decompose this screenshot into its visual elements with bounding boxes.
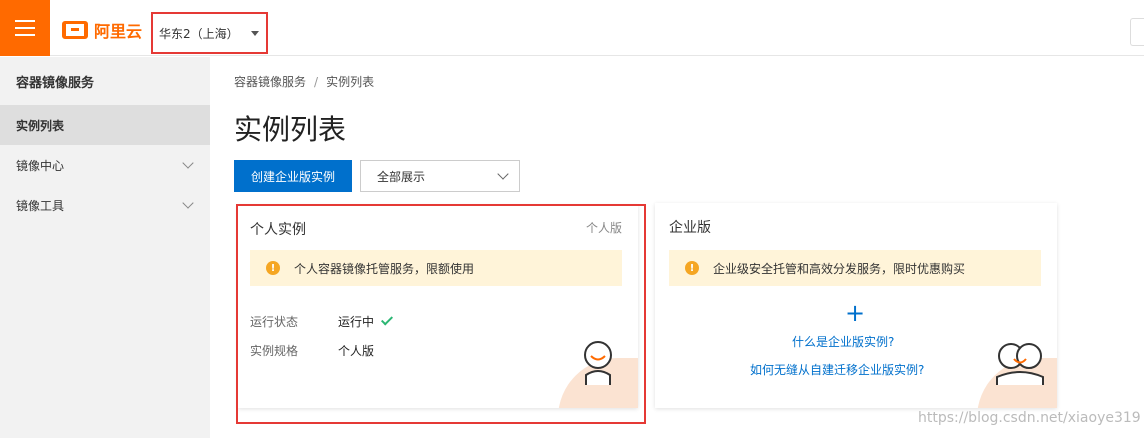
status-key: 运行状态 (250, 315, 299, 329)
sidebar-item-image-tools[interactable]: 镜像工具 (0, 185, 210, 225)
create-enterprise-instance-button[interactable]: 创建企业版实例 (234, 160, 352, 192)
person-avatar-icon (584, 341, 612, 385)
card-title: 个人实例 (250, 222, 306, 238)
notice-banner: ! 个人容器镜像托管服务，限额使用 (250, 250, 622, 286)
chevron-down-icon (497, 168, 509, 180)
team-avatar-icon (996, 343, 1044, 385)
breadcrumb: 容器镜像服务 / 实例列表 (234, 73, 374, 90)
spec-key: 实例规格 (250, 344, 299, 358)
notice-text: 企业级安全托管和高效分发服务，限时优惠购买 (713, 261, 966, 276)
sidebar-item-label: 镜像工具 (16, 198, 65, 213)
warning-icon: ! (266, 261, 280, 275)
warning-icon: ! (685, 261, 699, 275)
watermark-text: https://blog.csdn.net/xiaoye319 (918, 410, 1141, 426)
breadcrumb-link[interactable]: 容器镜像服务 (234, 75, 306, 89)
check-icon (381, 313, 394, 326)
display-filter-select[interactable]: 全部展示 (360, 160, 520, 192)
aliyun-logo[interactable]: 阿里云 (62, 18, 142, 42)
enterprise-edition-card[interactable]: 企业版 ! 企业级安全托管和高效分发服务，限时优惠购买 + 什么是企业版实例? … (655, 203, 1057, 408)
sidebar-item-image-center[interactable]: 镜像中心 (0, 145, 210, 185)
logo-text: 阿里云 (94, 22, 143, 41)
sidebar-item-instance-list[interactable]: 实例列表 (0, 105, 210, 145)
chevron-down-icon (182, 197, 194, 209)
notice-text: 个人容器镜像托管服务，限额使用 (294, 261, 475, 276)
what-is-enterprise-link[interactable]: 什么是企业版实例? (792, 333, 894, 350)
spec-value: 个人版 (338, 344, 375, 358)
edition-tag: 个人版 (585, 221, 622, 235)
card-title: 企业版 (669, 220, 711, 236)
sidebar-item-label: 实例列表 (16, 118, 65, 133)
caret-down-icon (250, 30, 259, 36)
search-box-edge[interactable] (1130, 18, 1144, 46)
personal-instance-card[interactable]: 个人实例 个人版 ! 个人容器镜像托管服务，限额使用 运行状态 运行中 实例规格 个… (238, 205, 638, 408)
notice-banner: ! 企业级安全托管和高效分发服务，限时优惠购买 (669, 250, 1041, 286)
sidebar-item-label: 镜像中心 (16, 158, 65, 173)
status-row: 运行状态 运行中 (250, 313, 394, 330)
breadcrumb-current: 实例列表 (326, 75, 375, 89)
spec-row: 实例规格 个人版 (250, 342, 374, 359)
sidebar-title: 容器镜像服务 (16, 75, 95, 91)
chevron-down-icon (182, 157, 194, 169)
page-title: 实例列表 (234, 113, 347, 146)
aliyun-logo-icon (62, 21, 88, 39)
hamburger-menu-icon[interactable] (0, 0, 50, 56)
top-navigation-bar: 阿里云 华东2（上海） (0, 0, 1144, 56)
status-value: 运行中 (338, 315, 375, 329)
region-selector[interactable]: 华东2（上海） (151, 12, 268, 54)
sidebar: 容器镜像服务 实例列表 镜像中心 镜像工具 (0, 57, 210, 438)
select-value: 全部展示 (377, 169, 426, 184)
plus-icon[interactable]: + (845, 301, 865, 325)
migrate-enterprise-link[interactable]: 如何无缝从自建迁移企业版实例? (750, 361, 924, 378)
region-label: 华东2（上海） (159, 26, 239, 41)
breadcrumb-separator: / (314, 75, 319, 89)
